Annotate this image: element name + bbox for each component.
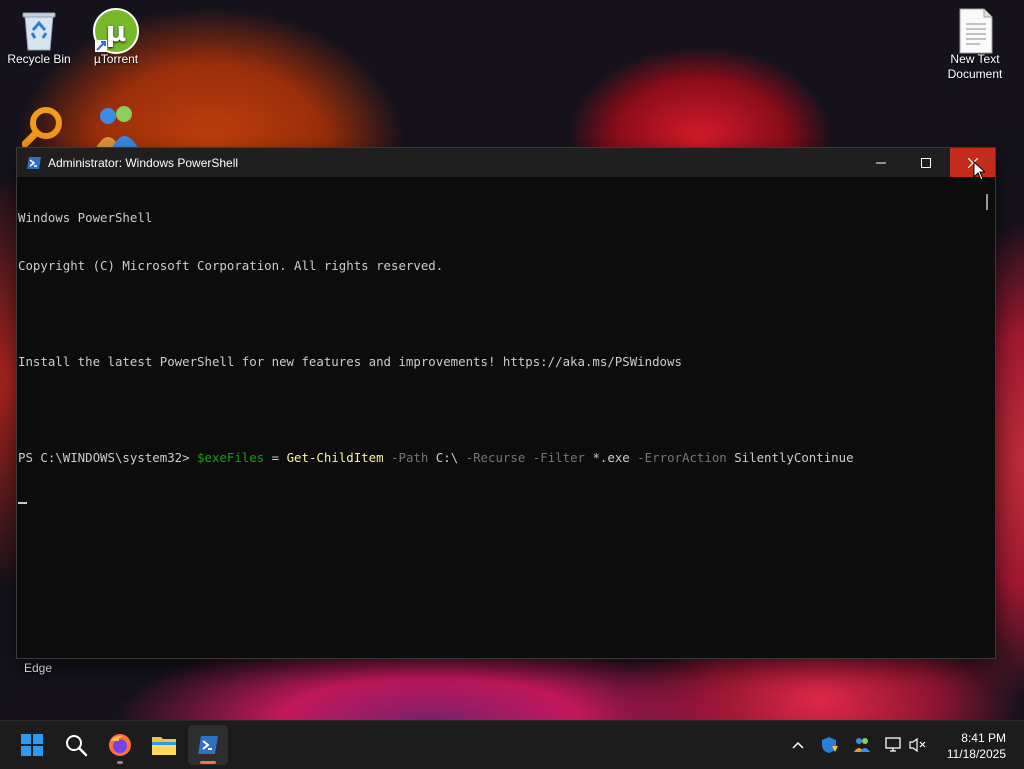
window-titlebar[interactable]: Administrator: Windows PowerShell bbox=[17, 148, 995, 177]
security-icon bbox=[822, 737, 838, 753]
console-line: Copyright (C) Microsoft Corporation. All… bbox=[18, 258, 444, 273]
maximize-icon bbox=[920, 157, 931, 168]
command-variable: $exeFiles bbox=[197, 450, 265, 465]
console-output[interactable]: Windows PowerShell Copyright (C) Microso… bbox=[17, 177, 979, 658]
mouse-pointer-icon bbox=[973, 160, 987, 186]
window-title: Administrator: Windows PowerShell bbox=[48, 155, 239, 170]
file-explorer-icon bbox=[152, 737, 176, 755]
desktop-icon-label: New Text Document bbox=[947, 52, 1003, 81]
running-indicator bbox=[117, 761, 123, 764]
desktop-icon-label: Recycle Bin bbox=[7, 52, 71, 66]
search-everything-icon[interactable] bbox=[21, 106, 64, 153]
volume-muted-icon bbox=[909, 737, 926, 753]
desktop-icon-new-text-document[interactable]: New Text Document bbox=[935, 8, 1015, 82]
active-indicator bbox=[200, 761, 216, 764]
command-argument: C:\ bbox=[428, 450, 459, 465]
command-parameter: -Recurse bbox=[458, 450, 526, 465]
network-icon bbox=[854, 738, 870, 752]
tray-network[interactable] bbox=[848, 721, 876, 769]
console-line: Install the latest PowerShell for new fe… bbox=[18, 354, 682, 369]
taskbar-clock[interactable]: 8:41 PM 11/18/2025 bbox=[947, 730, 1006, 762]
desktop-icon-label: Edge bbox=[23, 661, 53, 675]
search-button[interactable] bbox=[56, 725, 96, 765]
minimize-icon bbox=[875, 162, 886, 163]
command-argument: *.exe bbox=[585, 450, 630, 465]
utorrent-icon: µ bbox=[93, 8, 139, 54]
command-cmdlet: Get-ChildItem bbox=[286, 450, 384, 465]
command-argument: SilentlyContinue bbox=[726, 450, 854, 465]
console-command-line: PS C:\WINDOWS\system32> $exeFiles = Get-… bbox=[18, 450, 979, 466]
firefox-icon bbox=[109, 734, 131, 756]
console-scrollbar[interactable] bbox=[979, 177, 995, 658]
powershell-icon bbox=[198, 736, 218, 754]
svg-text:µ: µ bbox=[106, 15, 127, 48]
taskbar-app-powershell[interactable] bbox=[188, 725, 228, 765]
chevron-up-icon bbox=[792, 741, 804, 749]
powershell-window[interactable]: Administrator: Windows PowerShell Window… bbox=[17, 148, 995, 658]
text-document-icon bbox=[955, 8, 995, 54]
clock-time: 8:41 PM bbox=[961, 731, 1006, 745]
desktop-icon-utorrent[interactable]: µ µTorrent bbox=[76, 8, 156, 67]
command-parameter: -Path bbox=[383, 450, 429, 465]
console-line: Windows PowerShell bbox=[18, 210, 153, 225]
taskbar: 8:41 PM 11/18/2025 bbox=[0, 720, 1024, 769]
desktop-icon-edge[interactable]: Edge bbox=[0, 661, 78, 676]
command-operator: = bbox=[264, 450, 287, 465]
tray-security[interactable] bbox=[816, 721, 844, 769]
command-parameter: -ErrorAction bbox=[629, 450, 727, 465]
start-button[interactable] bbox=[12, 725, 52, 765]
tray-volume[interactable] bbox=[904, 721, 932, 769]
desktop-icon-recycle-bin[interactable]: Recycle Bin bbox=[0, 8, 79, 67]
desktop-icon-label: µTorrent bbox=[93, 52, 139, 66]
show-hidden-icons-button[interactable] bbox=[784, 721, 812, 769]
taskbar-app-file-explorer[interactable] bbox=[144, 725, 184, 765]
minimize-button[interactable] bbox=[858, 148, 903, 177]
clock-date: 11/18/2025 bbox=[946, 747, 1006, 761]
network-users-icon[interactable] bbox=[92, 104, 142, 153]
scrollbar-thumb[interactable] bbox=[986, 194, 988, 210]
recycle-bin-icon bbox=[19, 8, 59, 51]
start-icon bbox=[21, 734, 43, 756]
text-cursor bbox=[18, 502, 27, 504]
powershell-icon bbox=[26, 155, 42, 171]
console-prompt: PS C:\WINDOWS\system32> bbox=[18, 450, 198, 465]
taskbar-app-firefox[interactable] bbox=[100, 725, 140, 765]
command-parameter: -Filter bbox=[525, 450, 585, 465]
search-icon bbox=[66, 735, 88, 757]
maximize-button[interactable] bbox=[903, 148, 948, 177]
display-icon bbox=[885, 737, 901, 752]
